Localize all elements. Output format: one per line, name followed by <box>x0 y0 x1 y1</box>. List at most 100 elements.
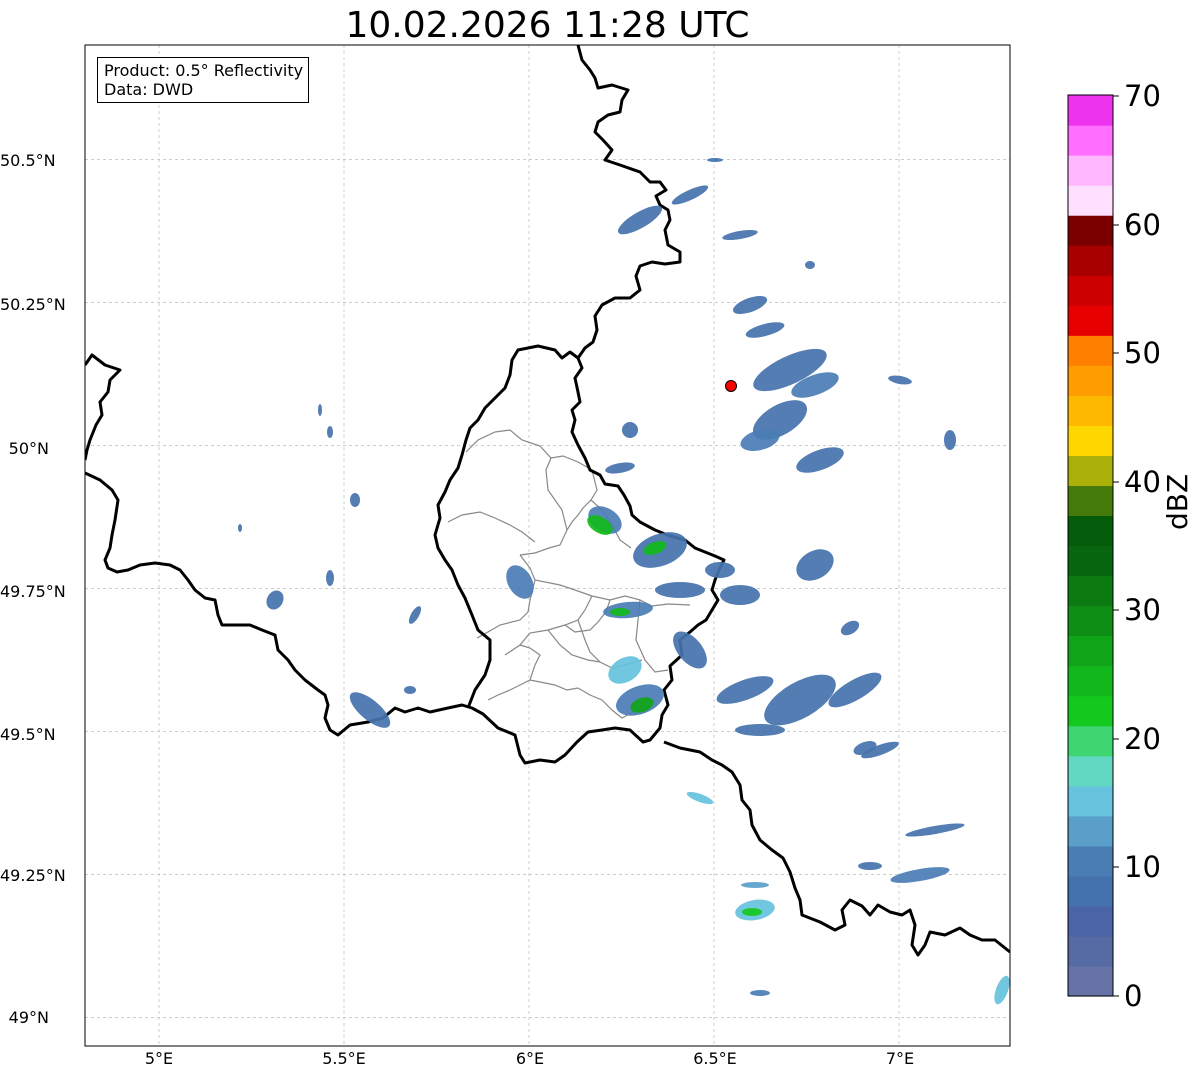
reflectivity-echo <box>796 549 834 581</box>
colorbar-title: dBZ <box>1161 473 1194 530</box>
reflectivity-echo <box>858 862 882 870</box>
product-label: Product: 0.5° Reflectivity <box>104 61 304 80</box>
reflectivity-echo <box>944 430 956 450</box>
reflectivity-echo <box>716 676 774 704</box>
colorbar-segment <box>1068 155 1113 186</box>
colorbar-segment <box>1068 425 1113 456</box>
reflectivity-echoes <box>238 158 1010 1005</box>
reflectivity-echo <box>742 908 762 916</box>
colorbar-segment <box>1068 95 1113 126</box>
reflectivity-echo <box>745 322 785 338</box>
lat-tick-label: 50.25°N <box>0 295 66 314</box>
colorbar-segment <box>1068 395 1113 426</box>
colorbar-segment <box>1068 485 1113 517</box>
reflectivity-echo <box>888 375 912 385</box>
gridlines <box>85 45 1010 1046</box>
reflectivity-echo <box>796 447 844 473</box>
reflectivity-echo <box>326 570 334 586</box>
reflectivity-echo <box>722 229 758 241</box>
reflectivity-echo <box>350 493 360 507</box>
colorbar-segment <box>1068 455 1113 487</box>
lat-tick-label: 50°N <box>8 439 49 458</box>
reflectivity-echo <box>840 620 860 636</box>
reflectivity-echo <box>408 606 422 624</box>
map-frame <box>84 44 1011 1047</box>
lat-tick-label: 50.5°N <box>0 151 56 170</box>
info-box: Product: 0.5° Reflectivity Data: DWD <box>97 57 310 103</box>
reflectivity-echo <box>671 185 709 205</box>
colorbar-segment <box>1068 305 1113 336</box>
reflectivity-echo <box>890 867 950 883</box>
radar-map <box>84 44 1119 1047</box>
colorbar-segment <box>1068 275 1113 306</box>
colorbar-segment <box>1068 605 1113 637</box>
colorbar-segment <box>1068 665 1113 697</box>
lon-tick-label: 5.5°E <box>322 1049 366 1068</box>
colorbar-segment <box>1068 575 1113 607</box>
lat-tick-label: 49.25°N <box>0 866 66 885</box>
colorbar-tick-label: 30 <box>1124 593 1161 627</box>
colorbar-tick-label: 20 <box>1124 722 1161 756</box>
colorbar-segment <box>1068 725 1113 757</box>
lat-tick-label: 49.5°N <box>0 725 56 744</box>
colorbar-tick-label: 0 <box>1124 979 1143 1013</box>
colorbar-tick-label: 60 <box>1124 208 1161 242</box>
reflectivity-echo <box>238 524 242 532</box>
colorbar-segment <box>1068 635 1113 667</box>
lon-tick-label: 6.5°E <box>693 1049 737 1068</box>
reflectivity-echo <box>506 565 534 599</box>
colorbar-segment <box>1068 365 1113 396</box>
reflectivity-echo <box>327 426 333 438</box>
colorbar-segment <box>1068 815 1113 847</box>
colorbar-segment <box>1068 785 1113 817</box>
reflectivity-echo <box>404 686 416 694</box>
reflectivity-echo <box>608 656 642 684</box>
colorbar-ticks <box>1113 95 1119 997</box>
colorbar-segment <box>1068 965 1113 997</box>
country-borders <box>85 45 1010 957</box>
reflectivity-echo <box>318 404 322 416</box>
reflectivity-echo <box>655 582 705 598</box>
lat-tick-label: 49.75°N <box>0 582 66 601</box>
reflectivity-echo <box>805 261 815 269</box>
reflectivity-echo <box>605 462 635 474</box>
lon-tick-label: 6°E <box>515 1049 545 1068</box>
reflectivity-echo <box>610 608 630 616</box>
colorbar-segment <box>1068 545 1113 577</box>
colorbar-segment <box>1068 935 1113 967</box>
reflectivity-echo <box>622 422 638 438</box>
lon-tick-label: 5°E <box>144 1049 174 1068</box>
radar-site-marker <box>725 380 737 392</box>
lon-tick-label: 7°E <box>885 1049 915 1068</box>
colorbar-segment <box>1068 905 1113 937</box>
colorbar-segment <box>1068 515 1113 547</box>
reflectivity-echo <box>349 692 391 728</box>
colorbar-tick-label: 10 <box>1124 850 1161 884</box>
data-source-label: Data: DWD <box>104 80 194 99</box>
reflectivity-echo <box>732 295 768 315</box>
reflectivity-echo <box>707 158 723 162</box>
colorbar-segment <box>1068 245 1113 276</box>
colorbar-tick-label: 70 <box>1124 79 1161 113</box>
reflectivity-echo <box>686 791 714 805</box>
reflectivity-echo <box>750 990 770 996</box>
colorbar-segment <box>1068 875 1113 907</box>
reflectivity-echo <box>735 724 785 736</box>
colorbar-segment <box>1068 185 1113 216</box>
colorbar-segment <box>1068 215 1113 246</box>
colorbar-tick-label: 40 <box>1124 465 1161 499</box>
reflectivity-echo <box>720 585 760 605</box>
reflectivity-echo <box>617 205 663 235</box>
reflectivity-echo <box>266 590 284 610</box>
lat-tick-label: 49°N <box>8 1008 49 1027</box>
colorbar-tick-label: 50 <box>1124 336 1161 370</box>
reflectivity-echo <box>705 562 735 578</box>
colorbar-segment <box>1068 125 1113 156</box>
colorbar-segment <box>1068 335 1113 366</box>
colorbar-segment <box>1068 755 1113 787</box>
reflectivity-echo <box>905 823 965 837</box>
colorbar-segment <box>1068 695 1113 727</box>
colorbar <box>1068 95 1113 997</box>
reflectivity-echo <box>741 882 769 888</box>
colorbar-segment <box>1068 845 1113 877</box>
